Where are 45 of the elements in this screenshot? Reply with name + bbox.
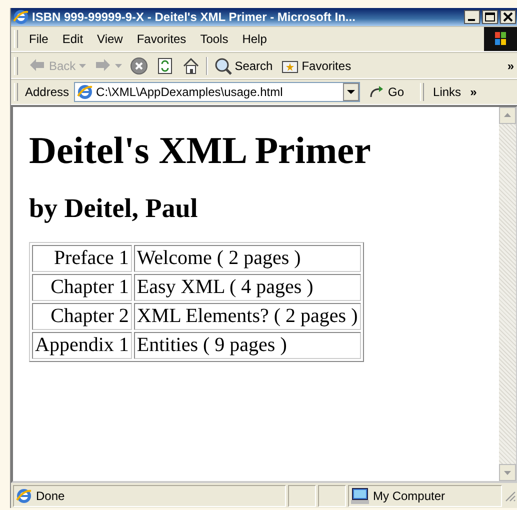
- search-button[interactable]: Search: [212, 56, 275, 74]
- table-cell: Preface 1: [32, 245, 132, 272]
- status-panel: [318, 484, 346, 506]
- page-subheading: by Deitel, Paul: [29, 193, 199, 224]
- minimize-icon[interactable]: [464, 10, 480, 24]
- table-cell: XML Elements? ( 2 pages ): [134, 303, 361, 330]
- menu-item[interactable]: Help: [235, 32, 274, 46]
- favorites-button[interactable]: Favorites: [278, 56, 354, 74]
- computer-icon: [351, 488, 369, 504]
- refresh-icon: [156, 56, 174, 74]
- stop-button[interactable]: [128, 56, 150, 74]
- menu-item[interactable]: File: [22, 32, 56, 46]
- address-field[interactable]: C:\XML\AppDexamples\usage.html: [74, 82, 360, 102]
- status-text: Done: [36, 488, 65, 502]
- window-title: ISBN 999-99999-9-X - Deitel's XML Primer - Microsoft In...: [32, 10, 356, 24]
- browser-logo-icon: [13, 9, 29, 25]
- table-cell: Entities ( 9 pages ): [134, 332, 361, 359]
- curved-arrow-icon: [369, 85, 386, 99]
- page-heading: Deitel's XML Primer: [29, 129, 372, 173]
- close-icon[interactable]: [500, 10, 516, 24]
- windows-logo-icon: [484, 27, 517, 51]
- menu-item[interactable]: Edit: [55, 32, 90, 46]
- address-label: Address: [25, 85, 70, 99]
- menu-item[interactable]: Favorites: [130, 32, 194, 46]
- menu-item[interactable]: Tools: [193, 32, 236, 46]
- page-icon: [16, 488, 32, 504]
- links-button[interactable]: Links: [431, 85, 464, 99]
- stop-icon: [130, 56, 148, 74]
- maximize-icon[interactable]: [482, 10, 498, 24]
- more-button[interactable]: »: [466, 85, 481, 99]
- zone-text: My Computer: [373, 488, 446, 502]
- table-cell: Chapter 1: [32, 274, 132, 301]
- go-button[interactable]: Go: [363, 85, 414, 99]
- dropdown-icon[interactable]: [343, 83, 360, 101]
- home-icon: [182, 56, 200, 74]
- page-icon: [77, 84, 94, 100]
- table-cell: Easy XML ( 4 pages ): [134, 274, 361, 301]
- menu-item[interactable]: View: [90, 32, 130, 46]
- table-cell: Chapter 2: [32, 303, 132, 330]
- magnifier-icon: [214, 56, 232, 74]
- more-button[interactable]: »: [503, 58, 517, 72]
- table-cell: Appendix 1: [32, 332, 132, 359]
- table-cell: Welcome ( 2 pages ): [134, 245, 361, 272]
- status-panel: [288, 484, 316, 506]
- resize-grip-icon[interactable]: [504, 490, 516, 502]
